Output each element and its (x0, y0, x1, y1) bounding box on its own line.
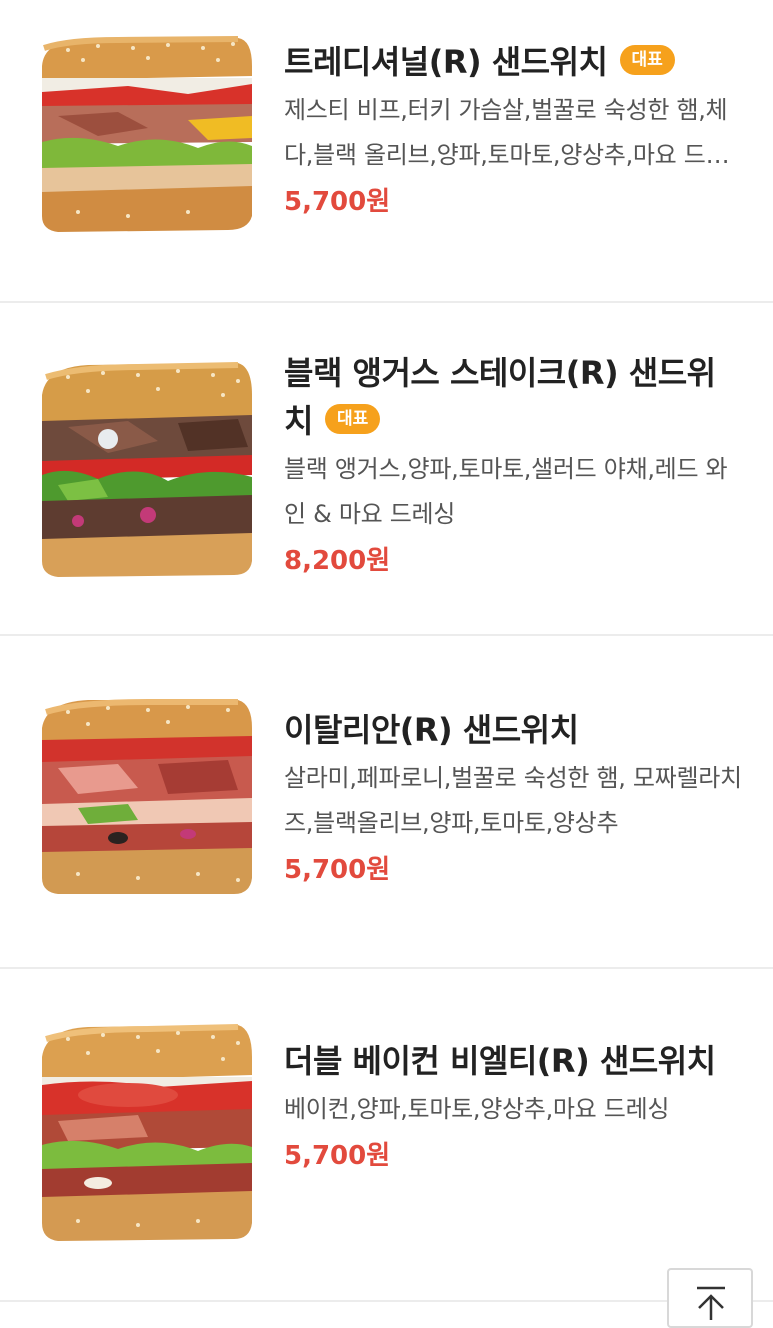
menu-description: 살라미,페파로니,벌꿀로 숙성한 햄, 모짜렐라치즈,블랙올리브,양파,토마토,… (284, 764, 742, 837)
menu-item[interactable]: 이탈리안(R) 샌드위치 살라미,페파로니,벌꿀로 숙성한 햄, 모짜렐라치즈,… (0, 636, 773, 969)
sandwich-image (38, 36, 254, 232)
menu-title: 더블 베이컨 비엘티(R) 샌드위치 (284, 1037, 744, 1085)
menu-item[interactable]: 블랙 앵거스 스테이크(R) 샌드위치 대표 블랙 앵거스,양파,토마토,샐러드 … (0, 303, 773, 636)
menu-description: 블랙 앵거스,양파,토마토,샐러드 야채,레드 와인 & 마요 드레싱 (284, 455, 728, 528)
menu-title-text: 트레디셔널(R) 샌드위치 (284, 43, 608, 81)
menu-info: 더블 베이컨 비엘티(R) 샌드위치 베이컨,양파,토마토,양상추,마요 드레싱… (284, 1037, 744, 1176)
menu-price: 5,700원 (284, 855, 391, 885)
menu-price: 5,700원 (284, 1141, 391, 1171)
menu-title: 블랙 앵거스 스테이크(R) 샌드위치 대표 (284, 349, 744, 445)
menu-title-text: 더블 베이컨 비엘티(R) 샌드위치 (284, 1042, 716, 1080)
menu-info: 트레디셔널(R) 샌드위치 대표 제스티 비프,터키 가슴살,벌꿀로 숙성한 햄,… (284, 38, 744, 222)
menu-title: 이탈리안(R) 샌드위치 (284, 706, 744, 754)
menu-price: 8,200원 (284, 546, 391, 576)
menu-title-text: 이탈리안(R) 샌드위치 (284, 711, 579, 749)
menu-item[interactable]: 트레디셔널(R) 샌드위치 대표 제스티 비프,터키 가슴살,벌꿀로 숙성한 햄,… (0, 0, 773, 303)
scroll-to-top-button[interactable] (667, 1268, 753, 1328)
menu-item[interactable]: 더블 베이컨 비엘티(R) 샌드위치 베이컨,양파,토마토,양상추,마요 드레싱… (0, 969, 773, 1302)
signature-badge: 대표 (619, 45, 675, 75)
menu-description: 베이컨,양파,토마토,양상추,마요 드레싱 (284, 1095, 670, 1123)
menu-info: 이탈리안(R) 샌드위치 살라미,페파로니,벌꿀로 숙성한 햄, 모짜렐라치즈,… (284, 706, 744, 890)
menu-info: 블랙 앵거스 스테이크(R) 샌드위치 대표 블랙 앵거스,양파,토마토,샐러드 … (284, 349, 744, 581)
arrow-up-to-top-icon (693, 1284, 729, 1324)
sandwich-image (38, 361, 254, 579)
sandwich-image (38, 698, 254, 896)
menu-title: 트레디셔널(R) 샌드위치 대표 (284, 38, 744, 86)
signature-badge: 대표 (324, 404, 381, 434)
menu-price: 5,700원 (284, 187, 391, 217)
sandwich-image (38, 1023, 254, 1243)
menu-description: 제스티 비프,터키 가슴살,벌꿀로 숙성한 햄,체다,블랙 올리브,양파,토마토… (284, 96, 728, 169)
